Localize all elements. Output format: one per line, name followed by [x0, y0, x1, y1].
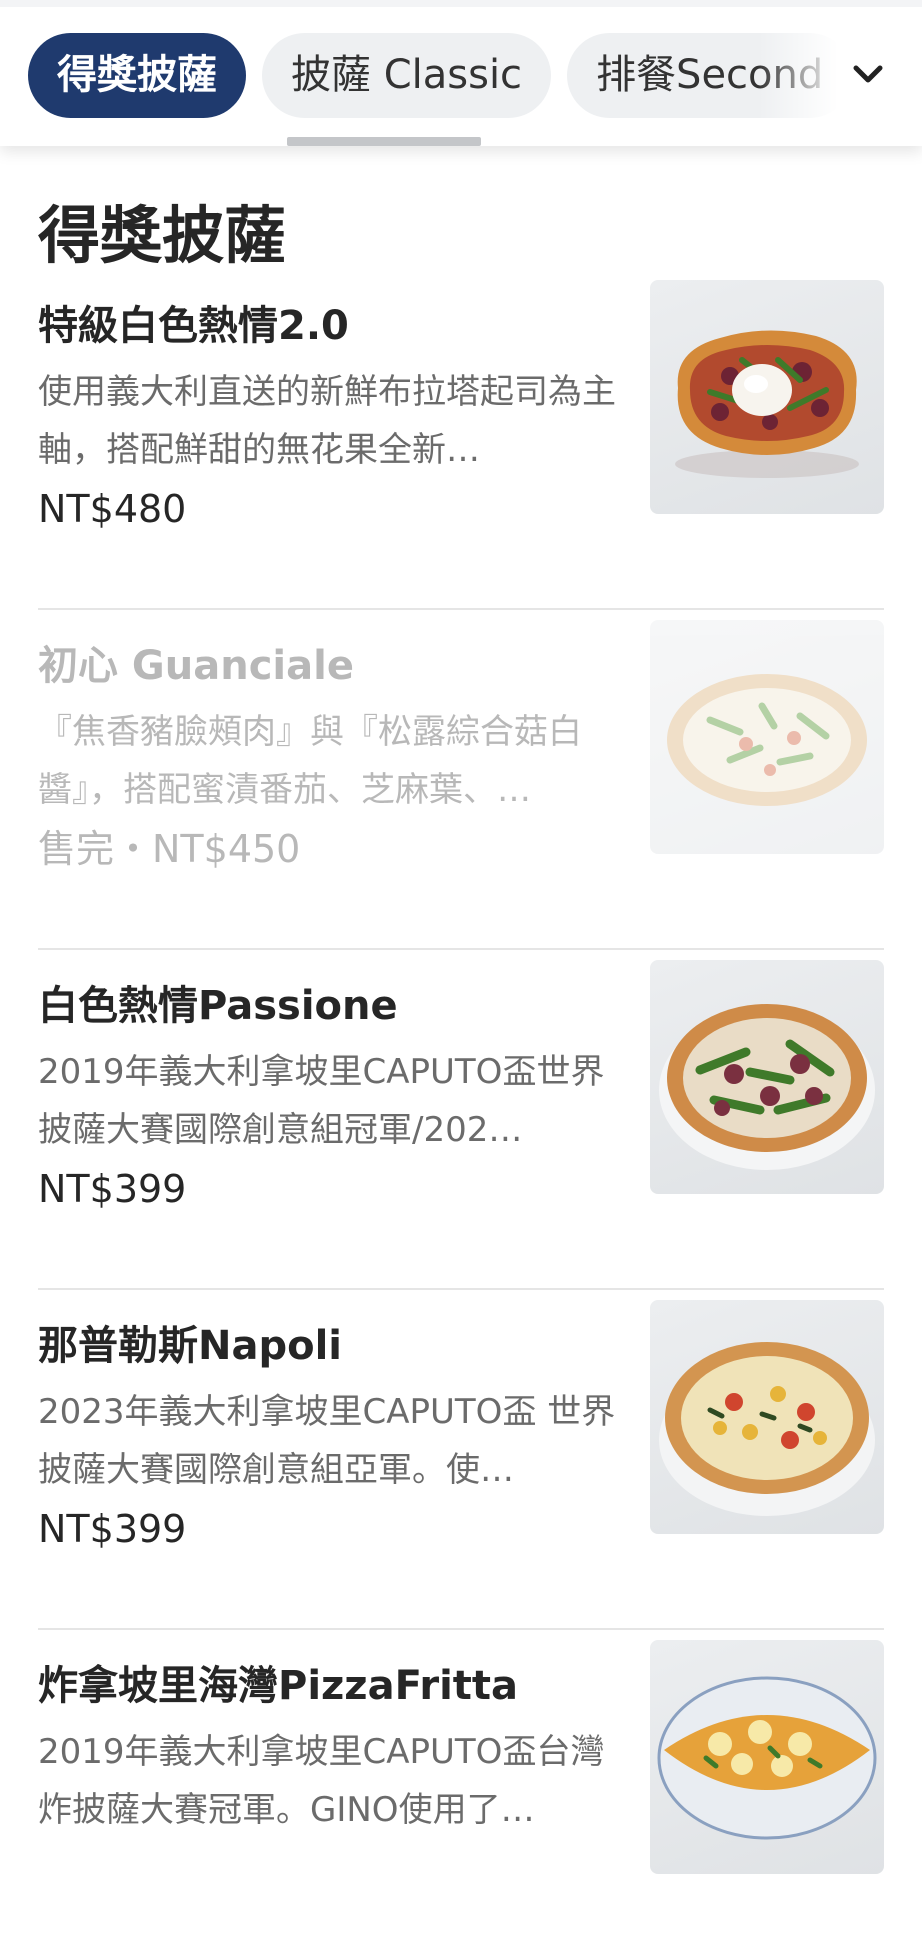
item-price: NT$399 [38, 1507, 187, 1551]
category-tabs: 得獎披薩 披薩 Classic 排餐Second [28, 33, 838, 118]
section-title: 得獎披薩 [38, 199, 287, 272]
item-name: 炸拿坡里海灣PizzaFritta [38, 1663, 519, 1709]
menu-item[interactable]: 初心 Guanciale 『焦香豬臉頰肉』與『松露綜合菇白醬』，搭配蜜漬番茄、芝… [38, 620, 884, 920]
item-name: 初心 Guanciale [38, 643, 354, 689]
item-description: 『焦香豬臉頰肉』與『松露綜合菇白醬』，搭配蜜漬番茄、芝麻葉、… [38, 712, 582, 810]
item-name: 白色熱情Passione [38, 983, 398, 1029]
item-divider [38, 608, 884, 610]
pizza-image [650, 620, 884, 854]
item-divider [38, 948, 884, 950]
menu-item[interactable]: 炸拿坡里海灣PizzaFritta 2019年義大利拿坡里CAPUTO盃台灣炸披… [38, 1640, 884, 1940]
pizza-image [650, 1300, 884, 1534]
tab-scroll-fade [758, 30, 838, 120]
item-price: NT$480 [38, 487, 187, 531]
item-description: 2023年義大利拿坡里CAPUTO盃 世界披薩大賽國際創意組亞軍。使… [38, 1392, 616, 1490]
menu-item[interactable]: 特級白色熱情2.0 使用義大利直送的新鮮布拉塔起司為主軸，搭配鮮甜的無花果全新…… [38, 280, 884, 580]
item-name: 特級白色熱情2.0 [38, 303, 349, 349]
item-description: 2019年義大利拿坡里CAPUTO盃台灣炸披薩大賽冠軍。GINO使用了… [38, 1732, 605, 1830]
menu-item[interactable]: 白色熱情Passione 2019年義大利拿坡里CAPUTO盃世界披薩大賽國際創… [38, 960, 884, 1260]
tab-scroll-indicator [287, 137, 481, 146]
item-description: 使用義大利直送的新鮮布拉塔起司為主軸，搭配鮮甜的無花果全新… [38, 372, 616, 470]
item-name: 那普勒斯Napoli [38, 1323, 343, 1369]
status-strip [0, 0, 922, 7]
pizza-image [650, 960, 884, 1194]
item-divider [38, 1288, 884, 1290]
pizza-image [650, 1640, 884, 1874]
tab-classic-pizza[interactable]: 披薩 Classic [262, 33, 552, 118]
item-divider [38, 1628, 884, 1630]
pizza-image [650, 280, 884, 514]
item-description: 2019年義大利拿坡里CAPUTO盃世界披薩大賽國際創意組冠軍/202… [38, 1052, 605, 1150]
chevron-down-icon[interactable] [844, 50, 892, 98]
item-price: NT$399 [38, 1167, 187, 1211]
category-tab-bar: 得獎披薩 披薩 Classic 排餐Second [0, 0, 922, 146]
tab-award-pizza[interactable]: 得獎披薩 [28, 33, 246, 118]
menu-item[interactable]: 那普勒斯Napoli 2023年義大利拿坡里CAPUTO盃 世界披薩大賽國際創意… [38, 1300, 884, 1600]
item-price-sold-out: 售完・NT$450 [38, 827, 301, 871]
